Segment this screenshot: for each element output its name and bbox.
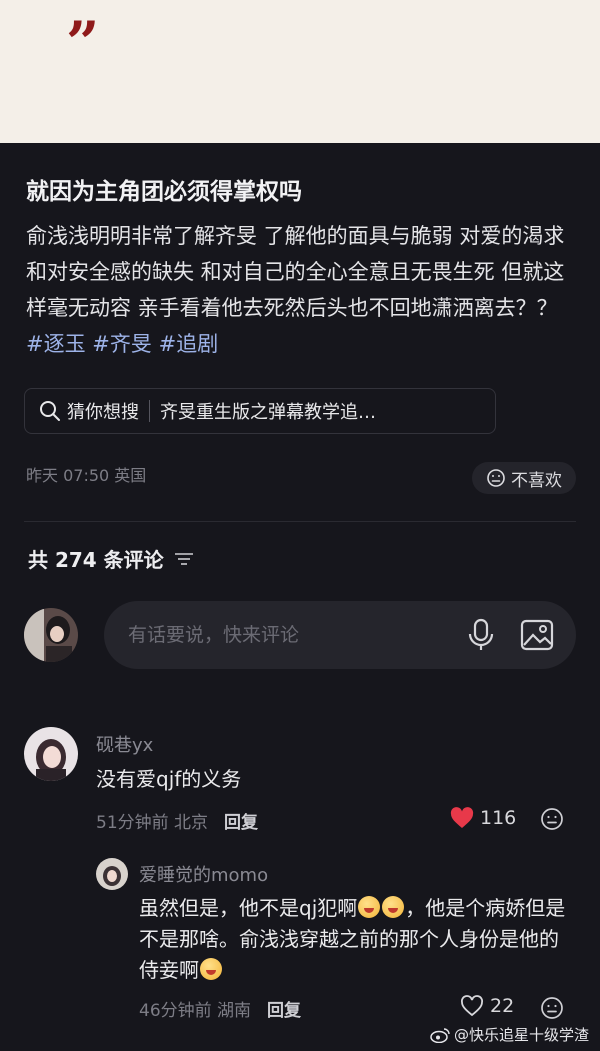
avatar[interactable] <box>24 608 78 662</box>
avatar[interactable] <box>96 858 128 890</box>
crying-emoji-icon <box>200 958 222 980</box>
watermark-text: @快乐追星十级学渣 <box>454 1026 590 1044</box>
comment-text: 没有爱qjf的义务 <box>96 767 242 791</box>
post-meta: 昨天 07:50 英国 <box>26 466 147 485</box>
watermark: @快乐追星十级学渣 <box>430 1024 589 1045</box>
search-icon <box>40 401 60 421</box>
divider <box>149 400 150 422</box>
frown-face-icon <box>487 469 505 487</box>
search-label: 猜你想搜 <box>67 402 139 423</box>
like-count: 116 <box>480 807 517 829</box>
reply-meta: 46分钟前 湖南 回复 <box>139 996 301 1021</box>
hashtag-link[interactable]: #齐旻 <box>92 332 152 356</box>
reply-text-part: 虽然但是，他不是qj犯啊 <box>139 896 358 920</box>
sort-filter-icon[interactable] <box>174 551 194 567</box>
comment-composer[interactable] <box>104 601 576 669</box>
search-suggestion-chip[interactable]: 猜你想搜 齐旻重生版之弹幕教学追… <box>24 388 496 434</box>
crying-emoji-icon <box>382 896 405 918</box>
comment-username[interactable]: 砚巷yx <box>96 731 153 757</box>
weibo-logo-icon <box>430 1027 450 1043</box>
dislike-label: 不喜欢 <box>511 470 562 491</box>
avatar[interactable] <box>24 727 78 781</box>
comment-input[interactable] <box>128 601 448 669</box>
reply-button[interactable]: 回复 <box>267 996 301 1021</box>
reply-text: 虽然但是，他不是qj犯啊 ，他是个病娇但是不是那啥。俞浅浅穿越之前的那个人身份是他… <box>139 893 569 986</box>
reply-button[interactable]: 回复 <box>224 808 258 833</box>
quote-mark: ” <box>66 9 100 77</box>
hashtag-link[interactable]: #追剧 <box>159 332 219 356</box>
search-suggestion-text: 齐旻重生版之弹幕教学追… <box>160 402 376 423</box>
heart-outline-icon <box>461 995 483 1017</box>
post-body: 俞浅浅明明非常了解齐旻 了解他的面具与脆弱 对爱的渴求和对安全感的缺失 和对自己… <box>26 218 578 362</box>
post-body-text: 俞浅浅明明非常了解齐旻 了解他的面具与脆弱 对爱的渴求和对安全感的缺失 和对自己… <box>26 224 565 320</box>
reply-time-location: 46分钟前 湖南 <box>139 1001 252 1021</box>
avatar-image <box>96 858 128 890</box>
comment-meta: 51分钟前 北京 回复 <box>96 808 258 833</box>
quote-card: ” <box>0 0 600 143</box>
like-button[interactable]: 22 <box>460 995 514 1017</box>
hashtag-link[interactable]: #逐玉 <box>26 332 86 356</box>
reply-username[interactable]: 爱睡觉的momo <box>139 861 268 887</box>
image-icon[interactable] <box>520 619 554 651</box>
heart-filled-icon <box>450 807 474 828</box>
avatar-image <box>24 727 78 781</box>
like-count: 22 <box>490 995 515 1017</box>
microphone-icon[interactable] <box>466 618 496 652</box>
dislike-button[interactable]: 不喜欢 <box>472 462 576 494</box>
frown-face-icon[interactable] <box>540 996 564 1020</box>
crying-emoji-icon <box>358 896 381 918</box>
comment-count: 共 274 条评论 <box>28 544 194 573</box>
avatar-image <box>24 608 78 662</box>
post-title: 就因为主角团必须得掌权吗 <box>26 179 302 205</box>
comment-time-location: 51分钟前 北京 <box>96 813 209 833</box>
frown-face-icon[interactable] <box>540 807 564 831</box>
comment-count-label: 共 274 条评论 <box>28 548 164 572</box>
section-divider <box>24 521 576 522</box>
like-button[interactable]: 116 <box>450 807 516 829</box>
